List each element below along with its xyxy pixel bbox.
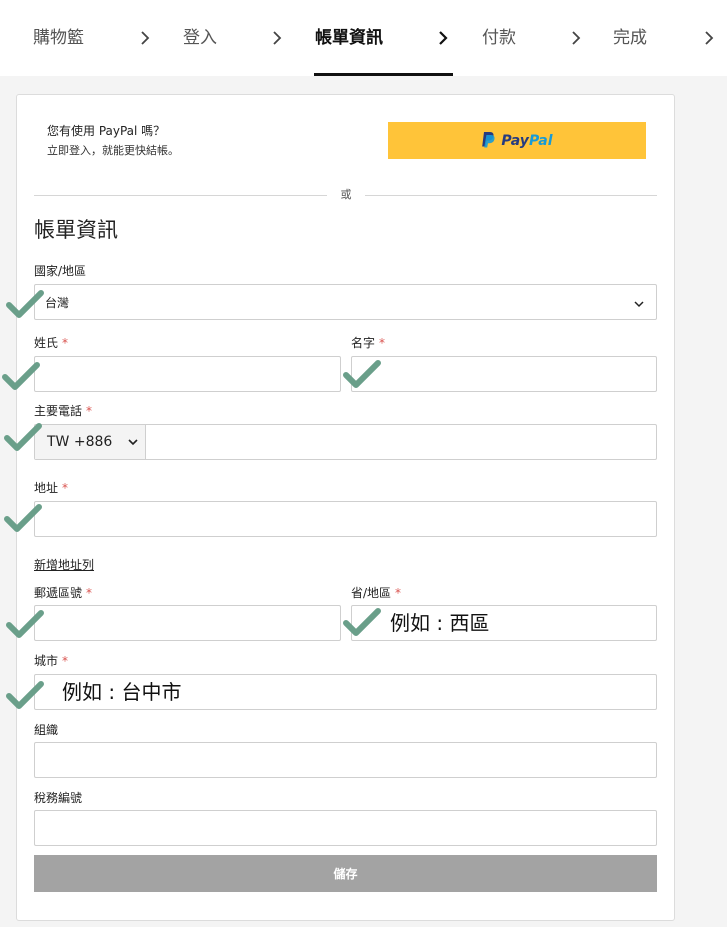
first-name-label: 名字 * [351, 336, 386, 350]
city-label: 城市 * [34, 654, 69, 668]
address-label: 地址 * [34, 481, 69, 495]
phone-country-code-select[interactable]: TW +886 [35, 425, 146, 459]
state-input[interactable] [352, 606, 656, 640]
organization-field[interactable] [34, 742, 657, 778]
chevron-down-icon [128, 434, 138, 450]
chevron-right-icon [704, 30, 714, 46]
last-name-field[interactable] [34, 356, 341, 392]
chevron-right-icon [140, 30, 150, 46]
address-field[interactable] [34, 501, 657, 537]
paypal-question: 您有使用 PayPal 嗎？ [47, 124, 166, 138]
paypal-wordmark: PayPal [501, 132, 553, 149]
step-cart[interactable]: 購物籃 [33, 27, 84, 49]
paypal-logo-icon [481, 131, 495, 151]
chevron-down-icon [634, 297, 644, 311]
postal-label: 郵遞區號 * [34, 586, 93, 600]
organization-label: 組織 [34, 723, 59, 737]
step-login[interactable]: 登入 [183, 27, 217, 49]
step-payment[interactable]: 付款 [482, 27, 516, 49]
last-name-label: 姓氏 * [34, 336, 69, 350]
checkout-stepper: 購物籃 登入 帳單資訊 付款 完成 [0, 0, 727, 76]
step-billing[interactable]: 帳單資訊 [315, 27, 383, 49]
first-name-field[interactable] [351, 356, 657, 392]
country-select[interactable]: 台灣 [34, 284, 657, 320]
form-title: 帳單資訊 [34, 218, 118, 242]
postal-input[interactable] [35, 606, 340, 640]
step-done[interactable]: 完成 [613, 27, 647, 49]
state-field[interactable] [351, 605, 657, 641]
chevron-right-icon [438, 30, 448, 46]
phone-label: 主要電話 * [34, 404, 93, 418]
add-address-line-link[interactable]: 新增地址列 [34, 557, 94, 573]
country-label: 國家/地區 [34, 264, 87, 278]
divider-left [34, 195, 327, 196]
save-button[interactable]: 儲存 [34, 855, 657, 892]
postal-field[interactable] [34, 605, 341, 641]
paypal-subtitle: 立即登入，就能更快結帳。 [47, 144, 179, 157]
first-name-input[interactable] [352, 357, 656, 391]
divider-right [365, 195, 657, 196]
phone-field: TW +886 [34, 424, 657, 460]
active-step-indicator [314, 73, 453, 76]
state-label: 省/地區 * [351, 586, 402, 600]
divider-or: 或 [340, 188, 352, 201]
chevron-right-icon [272, 30, 282, 46]
city-input[interactable] [35, 675, 656, 709]
tax-id-input[interactable] [35, 811, 656, 845]
billing-card: 您有使用 PayPal 嗎？ 立即登入，就能更快結帳。 PayPal 或 帳單資… [16, 94, 675, 921]
chevron-right-icon [571, 30, 581, 46]
country-value: 台灣 [45, 295, 70, 310]
tax-id-label: 稅務編號 [34, 791, 83, 805]
organization-input[interactable] [35, 743, 656, 777]
city-field[interactable] [34, 674, 657, 710]
phone-input[interactable] [147, 425, 656, 459]
last-name-input[interactable] [35, 357, 340, 391]
paypal-button[interactable]: PayPal [388, 122, 646, 159]
address-input[interactable] [35, 502, 656, 536]
tax-id-field[interactable] [34, 810, 657, 846]
